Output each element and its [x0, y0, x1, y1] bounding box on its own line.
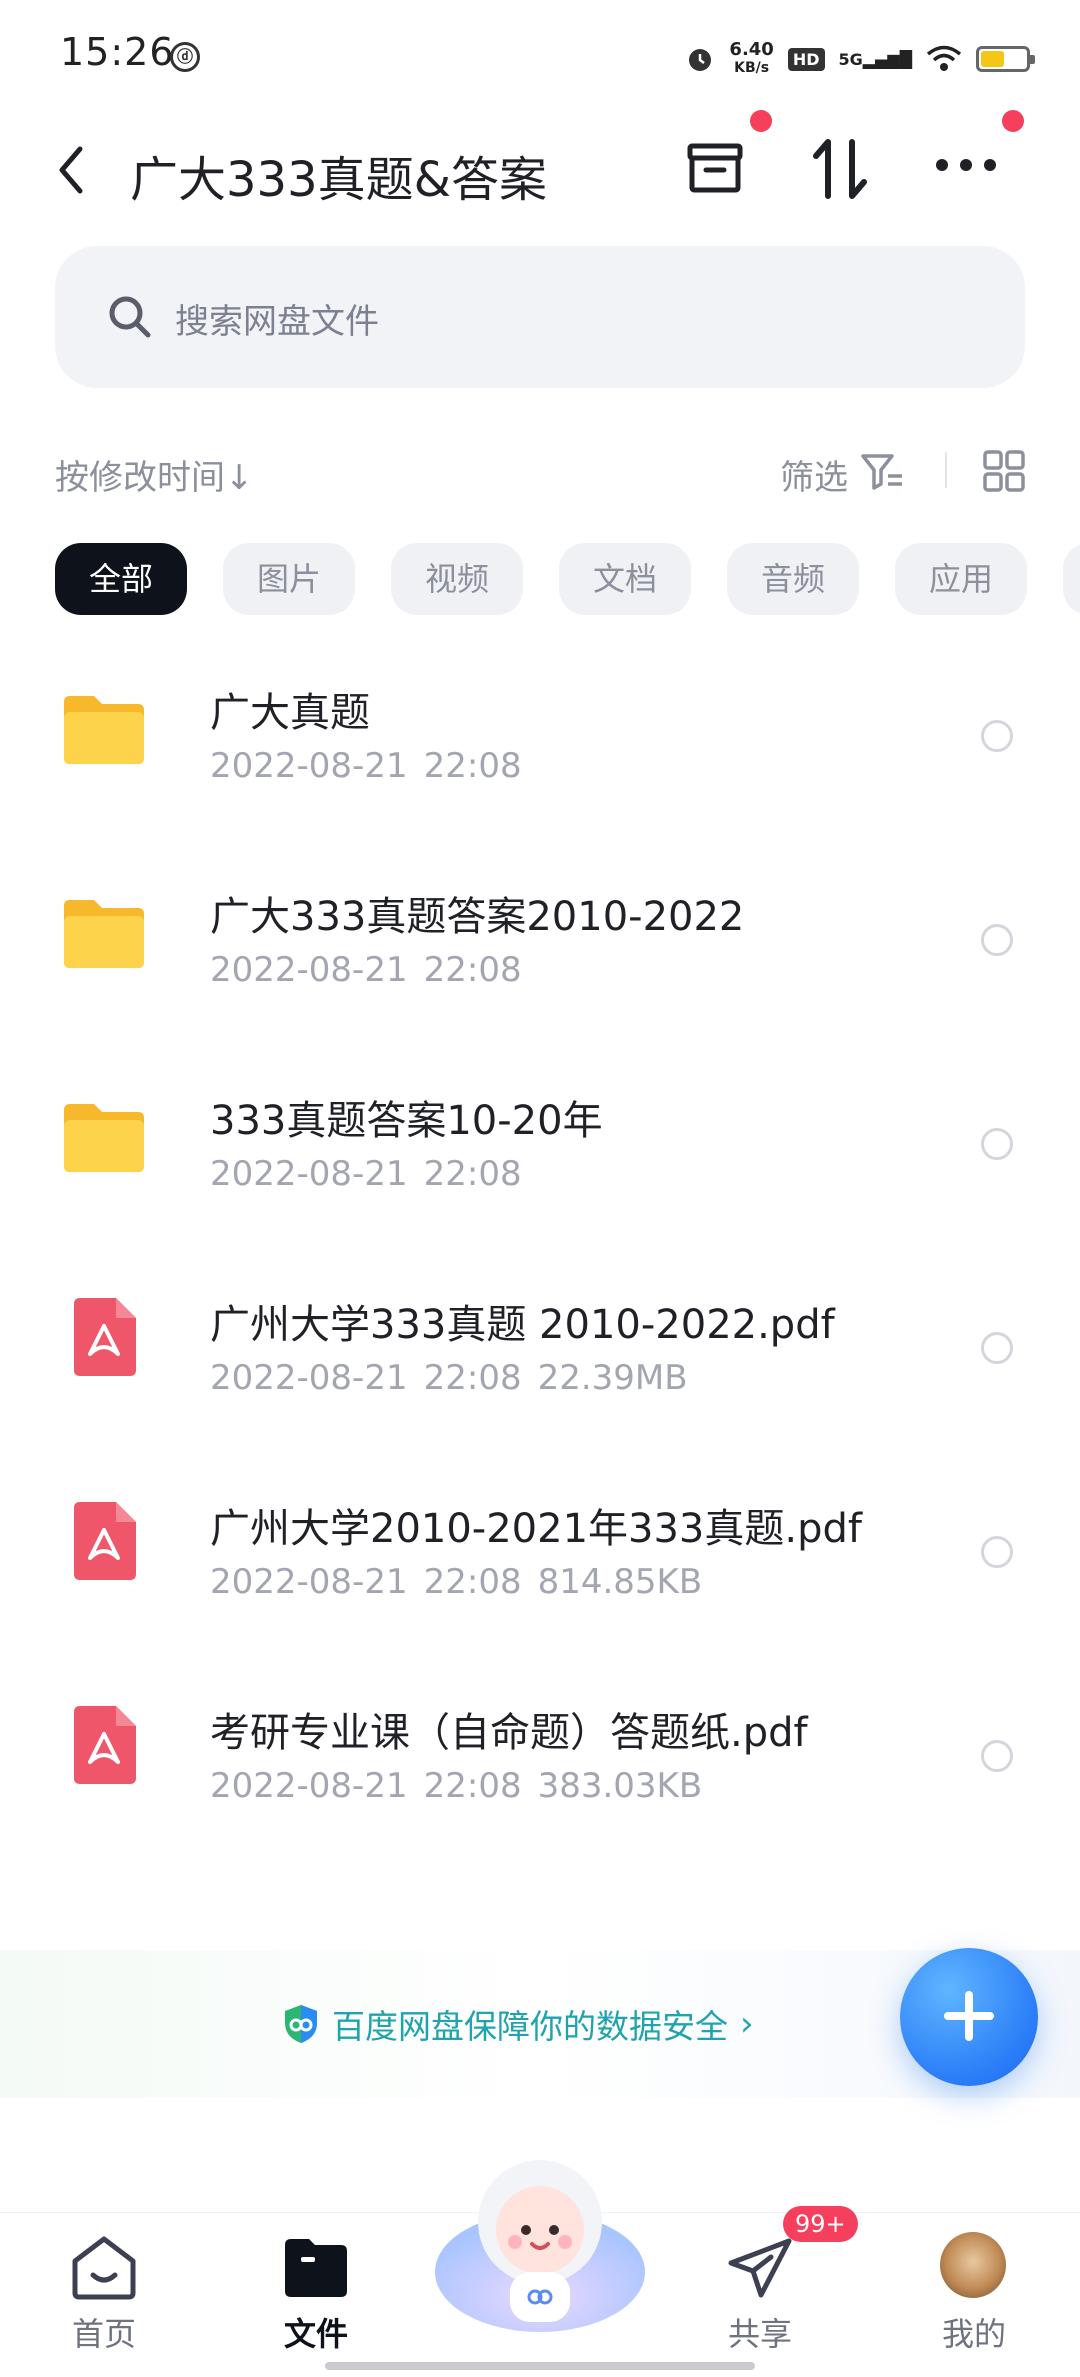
transfer-icon[interactable] [810, 136, 870, 202]
alarm-icon [689, 49, 712, 71]
category-chips: 全部 图片 视频 文档 音频 应用 [55, 543, 1080, 615]
file-meta: 2022-08-21 22:08 814.85KB [210, 1562, 703, 1602]
file-meta: 2022-08-21 22:08 383.03KB [210, 1766, 703, 1806]
file-name: 广大真题 [210, 690, 370, 736]
select-checkbox[interactable] [981, 924, 1013, 956]
list-item[interactable]: 广州大学333真题 2010-2022.pdf 2022-08-21 22:08 2… [0, 1252, 1080, 1452]
tab-mine-label: 我的 [941, 2315, 1006, 2353]
chip-audio[interactable]: 音频 [727, 543, 859, 615]
file-name: 广州大学333真题 2010-2022.pdf [210, 1302, 835, 1348]
paper-plane-icon [728, 2238, 792, 2298]
folder-icon [64, 900, 144, 968]
filter-icon[interactable] [860, 452, 906, 492]
folder-icon [64, 696, 144, 764]
chip-videos[interactable]: 视频 [391, 543, 523, 615]
chip-all[interactable]: 全部 [55, 543, 187, 615]
safety-text: 百度网盘保障你的数据安全 [332, 2007, 728, 2046]
page-title: 广大333真题&答案 [130, 152, 548, 208]
net-speed: 6.40 KB/s [729, 39, 774, 77]
chip-more[interactable] [1063, 543, 1080, 615]
list-item[interactable]: 333真题答案10-20年 2022-08-21 22:08 [0, 1048, 1080, 1248]
folder-icon [285, 2239, 347, 2297]
search-input[interactable]: 搜索网盘文件 [55, 246, 1025, 388]
mascot-assistant-icon[interactable] [430, 2152, 650, 2332]
sort-row: 按修改时间↓ 筛选 [0, 440, 1080, 500]
back-arrow-icon[interactable] [56, 143, 86, 197]
file-name: 广大333真题答案2010-2022 [210, 894, 745, 940]
status-time: 15:26 [60, 30, 175, 74]
archive-box-icon[interactable] [684, 136, 746, 198]
file-name: 广州大学2010-2021年333真题.pdf [210, 1506, 862, 1552]
grid-view-icon[interactable] [983, 450, 1025, 492]
home-indicator [325, 2362, 755, 2370]
tab-share-label: 共享 [727, 2315, 792, 2353]
tab-home-label: 首页 [71, 2315, 136, 2353]
tab-home[interactable]: 首页 [24, 2213, 184, 2363]
home-icon [72, 2236, 136, 2300]
filter-button[interactable]: 筛选 [780, 450, 848, 499]
battery-icon [976, 46, 1035, 72]
more-icon[interactable] [934, 154, 998, 176]
sort-by-modified-button[interactable]: 按修改时间↓ [55, 450, 254, 499]
list-item[interactable]: 广大333真题答案2010-2022 2022-08-21 22:08 [0, 844, 1080, 1044]
top-bar: 广大333真题&答案 [0, 110, 1080, 230]
shield-icon [285, 2005, 317, 2043]
hd-badge: HD [787, 47, 825, 71]
more-red-dot [1002, 110, 1024, 132]
divider [945, 452, 947, 488]
status-app-icon: ⓓ [170, 42, 200, 72]
select-checkbox[interactable] [981, 720, 1013, 752]
list-item[interactable]: 广州大学2010-2021年333真题.pdf 2022-08-21 22:08 8… [0, 1456, 1080, 1656]
select-checkbox[interactable] [981, 1332, 1013, 1364]
chevron-right-icon: › [740, 2004, 754, 2044]
tab-files-label: 文件 [283, 2315, 348, 2353]
archive-red-dot [750, 110, 772, 132]
file-meta: 2022-08-21 22:08 [210, 1154, 522, 1194]
share-badge: 99+ [783, 2206, 858, 2242]
list-item[interactable]: 广大真题 2022-08-21 22:08 [0, 640, 1080, 840]
pdf-file-icon [74, 1706, 136, 1784]
file-meta: 2022-08-21 22:08 [210, 746, 522, 786]
select-checkbox[interactable] [981, 1128, 1013, 1160]
pdf-file-icon [74, 1298, 136, 1376]
list-item[interactable]: 考研专业课（自命题）答题纸.pdf 2022-08-21 22:08 383.03K… [0, 1660, 1080, 1860]
select-checkbox[interactable] [981, 1740, 1013, 1772]
avatar[interactable] [940, 2232, 1006, 2298]
file-meta: 2022-08-21 22:08 [210, 950, 522, 990]
add-button[interactable] [900, 1948, 1038, 2086]
chip-images[interactable]: 图片 [223, 543, 355, 615]
file-name: 考研专业课（自命题）答题纸.pdf [210, 1710, 808, 1756]
chip-apps[interactable]: 应用 [895, 543, 1027, 615]
status-bar: 15:26 ⓓ 6.40 KB/s HD 5G▂▄▆█ [0, 0, 1080, 110]
file-meta: 2022-08-21 22:08 22.39MB [210, 1358, 688, 1398]
signal-icon: 5G▂▄▆█ [838, 49, 912, 69]
chip-documents[interactable]: 文档 [559, 543, 691, 615]
pdf-file-icon [74, 1502, 136, 1580]
select-checkbox[interactable] [981, 1536, 1013, 1568]
wifi-icon [926, 45, 962, 71]
search-placeholder: 搜索网盘文件 [175, 302, 379, 342]
status-right: 6.40 KB/s HD 5G▂▄▆█ [685, 34, 1035, 84]
search-icon [109, 296, 151, 338]
file-name: 333真题答案10-20年 [210, 1098, 603, 1144]
folder-icon [64, 1104, 144, 1172]
tab-files[interactable]: 文件 [236, 2213, 396, 2363]
